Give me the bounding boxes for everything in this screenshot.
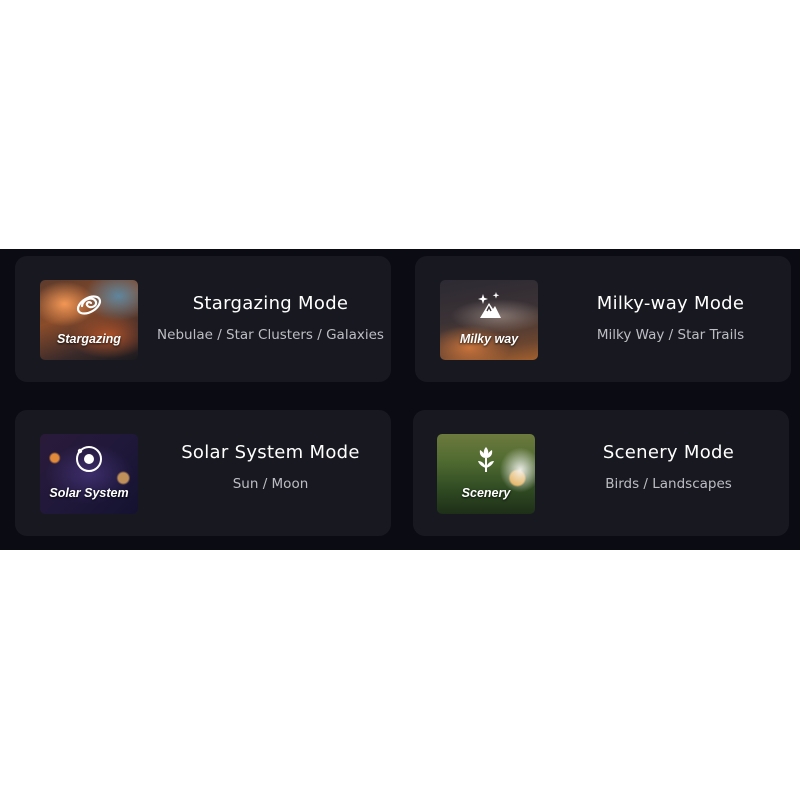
stargazing-text: Stargazing Mode Nebulae / Star Clusters … [150, 256, 391, 382]
solar-system-mode-card[interactable]: Solar System Solar System Mode Sun / Moo… [15, 410, 391, 536]
scenery-thumbnail-label: Scenery [461, 486, 511, 500]
planet-orbit-icon [76, 445, 102, 472]
stargazing-mode-card[interactable]: Stargazing Stargazing Mode Nebulae / Sta… [15, 256, 391, 382]
milky-way-mode-title: Milky-way Mode [596, 293, 745, 314]
milky-way-mode-card[interactable]: Milky way Milky-way Mode Milky Way / Sta… [415, 256, 791, 382]
milky-way-thumbnail: Milky way [440, 280, 538, 360]
milky-way-text: Milky-way Mode Milky Way / Star Trails [550, 256, 791, 382]
milky-way-thumbnail-label: Milky way [459, 332, 519, 346]
solar-system-mode-subtitle: Sun / Moon [232, 476, 309, 492]
scenery-thumbnail: Scenery [437, 434, 535, 514]
scenery-text: Scenery Mode Birds / Landscapes [548, 410, 789, 536]
stars-mountain-icon [478, 291, 501, 318]
flower-icon [478, 446, 494, 472]
solar-system-mode-title: Solar System Mode [181, 442, 360, 463]
galaxy-icon [76, 295, 102, 315]
scenery-mode-card[interactable]: Scenery Scenery Mode Birds / Landscapes [413, 410, 789, 536]
solar-system-thumbnail-label: Solar System [49, 486, 129, 500]
stargazing-thumbnail: Stargazing [40, 280, 138, 360]
solar-system-thumbnail: Solar System [40, 434, 138, 514]
scenery-mode-subtitle: Birds / Landscapes [605, 476, 732, 492]
stargazing-mode-subtitle: Nebulae / Star Clusters / Galaxies [157, 327, 384, 343]
stargazing-thumbnail-label: Stargazing [57, 332, 121, 346]
stargazing-mode-title: Stargazing Mode [192, 293, 349, 314]
milky-way-mode-subtitle: Milky Way / Star Trails [596, 327, 745, 343]
solar-system-text: Solar System Mode Sun / Moon [150, 410, 391, 536]
mode-selection-panel: Stargazing Stargazing Mode Nebulae / Sta… [0, 249, 800, 550]
scenery-mode-title: Scenery Mode [602, 442, 735, 463]
